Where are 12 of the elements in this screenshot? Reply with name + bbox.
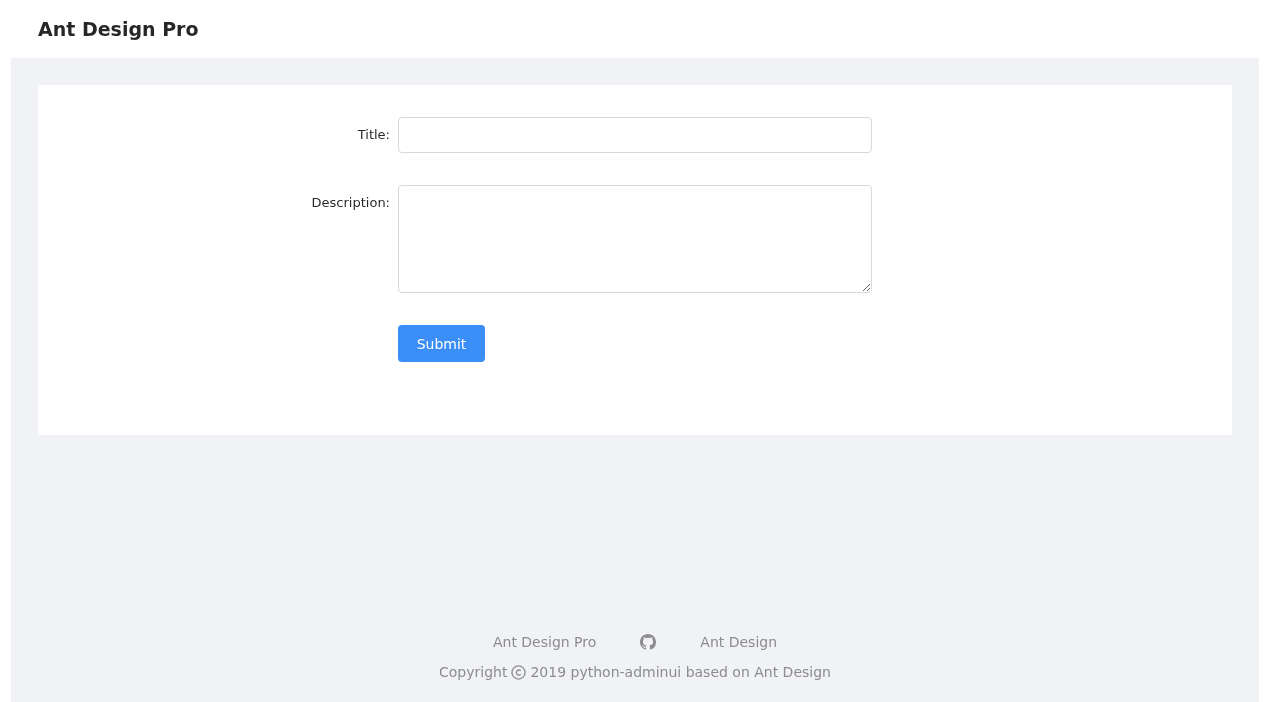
field-label: Title: [356,126,391,144]
copyright-label: Copyright [439,664,508,680]
title-input[interactable] [398,117,872,153]
app-title: Ant Design Pro [38,18,199,40]
description-textarea[interactable] [398,185,872,293]
submit-button[interactable]: Submit [398,325,485,362]
copyright-text: 2019 python-adminui based on Ant Design [530,664,831,680]
github-icon[interactable] [640,634,657,650]
footer-link[interactable]: Ant Design [700,634,778,650]
field-label: Description: [310,194,391,212]
copyright-icon [511,664,527,680]
footer-link[interactable]: Ant Design Pro [492,634,597,650]
